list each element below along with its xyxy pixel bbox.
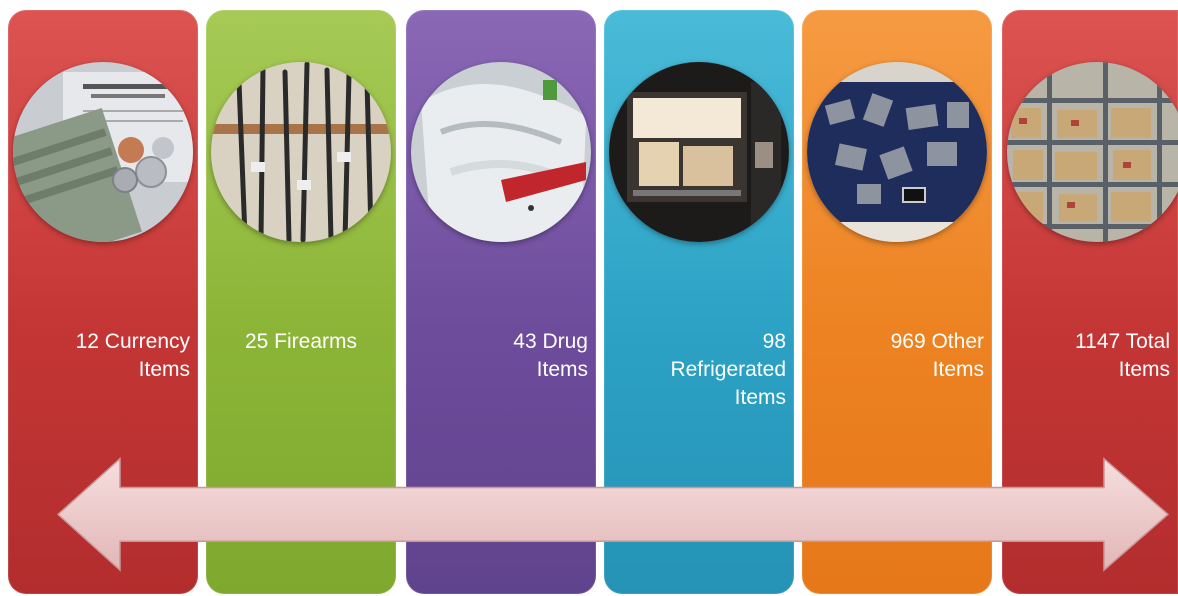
- panel-firearms: 25 Firearms: [206, 10, 396, 594]
- timeline-diagram: 12 Currency Items 25 Firearms 43 Drug It…: [0, 0, 1178, 596]
- panel-label-line: Items: [138, 358, 190, 381]
- panel-label-line: Items: [932, 358, 984, 381]
- firearms-photo-icon: [211, 62, 391, 242]
- panel-total: 1147 Total Items: [1002, 10, 1178, 594]
- panel-label-line: 969 Other: [890, 330, 984, 353]
- evidence-shelves-photo-icon: [1007, 62, 1178, 242]
- panel-currency: 12 Currency Items: [8, 10, 198, 594]
- panel-label-line: 25 Firearms: [244, 330, 358, 353]
- panel-label-line: 1147 Total: [1075, 330, 1170, 353]
- panel-label-line: 98: [762, 330, 786, 353]
- panel-label-line: Refrigerated: [670, 358, 786, 381]
- panel-label-line: Items: [536, 358, 588, 381]
- other-items-photo-icon: [807, 62, 987, 242]
- panel-label-line: 12 Currency: [75, 330, 190, 353]
- panel-label-line: Items: [734, 386, 786, 409]
- drug-evidence-photo-icon: [411, 62, 591, 242]
- panel-other: 969 Other Items: [802, 10, 992, 594]
- panel-drug: 43 Drug Items: [406, 10, 596, 594]
- panel-refrigerated: 98 Refrigerated Items: [604, 10, 794, 594]
- currency-photo-icon: [13, 62, 193, 242]
- panel-label-line: Items: [1118, 358, 1170, 381]
- panel-label-line: 43 Drug: [513, 330, 588, 353]
- refrigerator-photo-icon: [609, 62, 789, 242]
